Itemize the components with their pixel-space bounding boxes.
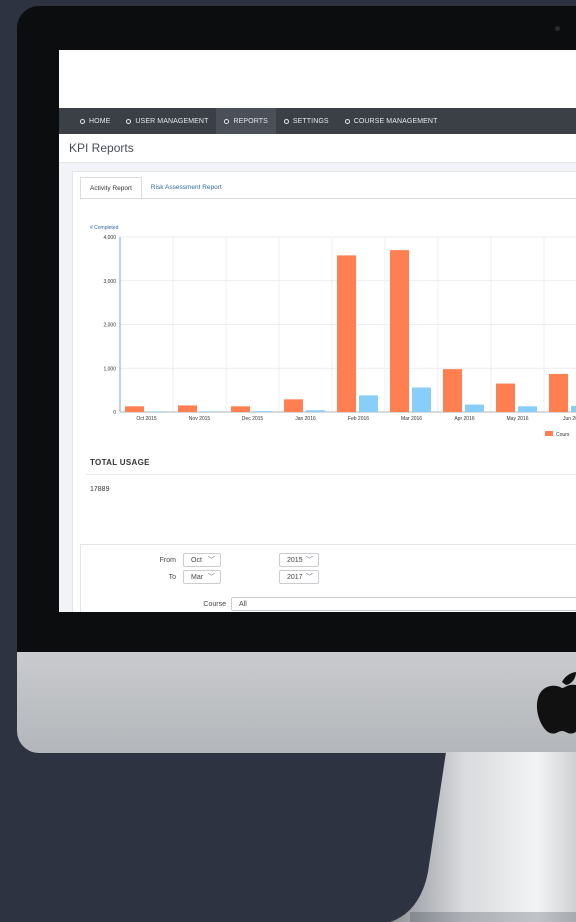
page-title: KPI Reports bbox=[59, 134, 576, 163]
bar bbox=[231, 406, 250, 412]
circle-icon bbox=[224, 118, 230, 124]
from-year-value: 2015 bbox=[287, 557, 303, 564]
main-nav: HOME USER MANAGEMENT REPORTS SETTINGS CO… bbox=[59, 108, 576, 134]
monitor-stand bbox=[390, 752, 576, 922]
from-year-select[interactable]: 2015 ﹀ bbox=[279, 553, 319, 567]
apple-logo-icon bbox=[537, 672, 576, 734]
nav-item-reports[interactable]: REPORTS bbox=[216, 108, 276, 134]
bar bbox=[390, 250, 409, 412]
nav-item-settings[interactable]: SETTINGS bbox=[276, 108, 337, 134]
y-tick-label: 0 bbox=[113, 410, 116, 416]
nav-item-course-management[interactable]: COURSE MANAGEMENT bbox=[337, 108, 446, 134]
circle-icon bbox=[283, 118, 289, 124]
y-tick-label: 1,000 bbox=[103, 366, 116, 372]
to-year-value: 2017 bbox=[287, 574, 303, 581]
main-content: Activity Report Risk Assessment Report #… bbox=[59, 163, 576, 612]
chevron-down-icon: ﹀ bbox=[208, 574, 215, 581]
circle-icon bbox=[80, 118, 85, 124]
bar bbox=[496, 383, 515, 412]
bar bbox=[443, 369, 462, 412]
nav-item-label: USER MANAGEMENT bbox=[135, 117, 209, 125]
course-label: Course bbox=[203, 601, 226, 608]
x-tick-label: Mar 2016 bbox=[401, 416, 422, 422]
to-month-value: Mar bbox=[191, 574, 204, 581]
bar bbox=[125, 406, 144, 412]
nav-item-label: SETTINGS bbox=[292, 117, 329, 125]
circle-icon bbox=[344, 118, 350, 124]
nav-item-home[interactable]: HOME bbox=[72, 108, 118, 134]
x-tick-label: Nov 2015 bbox=[189, 416, 211, 422]
chevron-down-icon: ﹀ bbox=[306, 557, 313, 564]
course-value: All bbox=[239, 601, 247, 608]
nav-item-label: REPORTS bbox=[233, 117, 268, 125]
to-label: To bbox=[168, 574, 176, 581]
course-select[interactable]: All bbox=[231, 597, 576, 611]
bar bbox=[518, 406, 537, 412]
screen: HOME USER MANAGEMENT REPORTS SETTINGS CO… bbox=[59, 50, 576, 612]
circle-icon bbox=[126, 118, 132, 124]
chevron-down-icon: ﹀ bbox=[208, 557, 215, 564]
legend-swatch bbox=[545, 431, 553, 436]
bar bbox=[147, 411, 166, 412]
divider bbox=[86, 474, 576, 475]
bar bbox=[571, 405, 576, 412]
y-tick-label: 3,000 bbox=[103, 279, 116, 285]
x-tick-label: Oct 2015 bbox=[136, 416, 157, 422]
total-usage-value: 17889 bbox=[90, 486, 110, 493]
from-month-value: Oct bbox=[191, 557, 202, 564]
bar bbox=[549, 373, 568, 412]
from-month-select[interactable]: Oct ﹀ bbox=[183, 553, 221, 567]
x-tick-label: Dec 2015 bbox=[242, 416, 264, 422]
nav-item-label: COURSE MANAGEMENT bbox=[353, 117, 438, 125]
bar bbox=[359, 395, 378, 412]
bar bbox=[178, 405, 197, 412]
report-panel: Activity Report Risk Assessment Report #… bbox=[72, 171, 576, 612]
monitor-chin bbox=[17, 652, 576, 753]
to-year-select[interactable]: 2017 ﹀ bbox=[279, 570, 319, 584]
to-month-select[interactable]: Mar ﹀ bbox=[183, 570, 221, 584]
app-header bbox=[59, 50, 576, 108]
y-tick-label: 2,000 bbox=[103, 323, 116, 329]
x-tick-label: Jun 20 bbox=[563, 416, 576, 422]
y-tick-label: 4,000 bbox=[103, 235, 116, 241]
bar bbox=[200, 411, 219, 412]
x-tick-label: Apr 2016 bbox=[454, 416, 475, 422]
chevron-down-icon: ﹀ bbox=[306, 574, 313, 581]
nav-item-user-management[interactable]: USER MANAGEMENT bbox=[118, 108, 216, 134]
bar bbox=[284, 399, 303, 412]
x-tick-label: May 2016 bbox=[507, 416, 529, 422]
x-tick-label: Jan 2016 bbox=[295, 416, 316, 422]
bar bbox=[465, 404, 484, 412]
from-label: From bbox=[159, 557, 176, 564]
bar bbox=[253, 411, 272, 412]
activity-chart: # Completed 4,000 3,000 2,000 1,000 0 Oct 2015… bbox=[90, 225, 576, 438]
bar bbox=[306, 410, 325, 412]
x-tick-label: Feb 2016 bbox=[348, 416, 369, 422]
filter-panel: From Oct ﹀ 2015 ﹀ To Mar ﹀ 2017 ﹀ Course… bbox=[80, 544, 576, 612]
total-usage-title: TOTAL USAGE bbox=[90, 458, 150, 467]
bar bbox=[412, 387, 431, 412]
camera bbox=[555, 26, 560, 31]
legend-label: Cours bbox=[556, 432, 570, 438]
y-axis-label: # Completed bbox=[90, 225, 119, 231]
nav-item-label: HOME bbox=[89, 117, 111, 125]
bar bbox=[337, 255, 356, 412]
